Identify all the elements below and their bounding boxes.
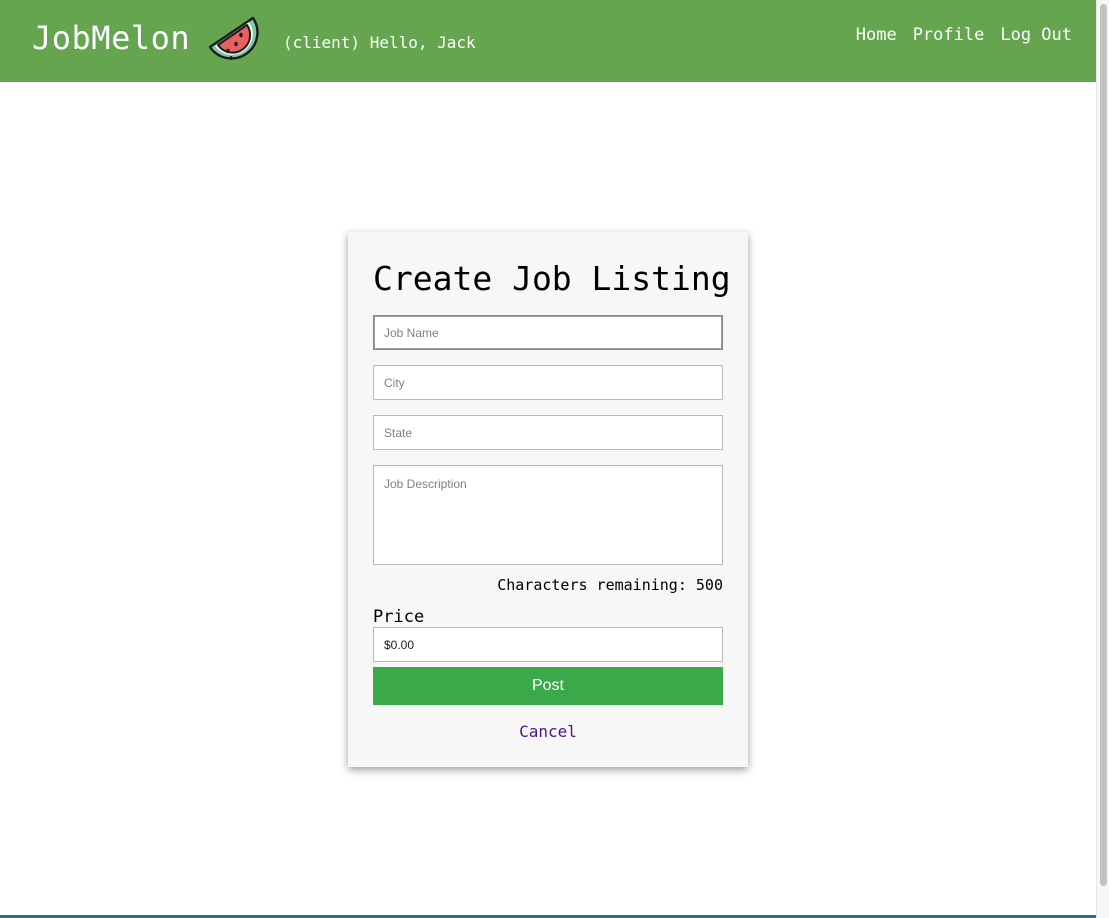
nav-links: Home Profile Log Out: [856, 25, 1072, 45]
top-navbar: JobMelon (client) Hello, Jack Home Profi…: [0, 0, 1096, 82]
characters-remaining: Characters remaining: 500: [497, 576, 723, 594]
nav-home-link[interactable]: Home: [856, 25, 897, 45]
user-greeting: (client) Hello, Jack: [283, 33, 476, 52]
form-title: Create Job Listing: [373, 259, 731, 298]
watermelon-slice-icon: [208, 16, 259, 60]
job-name-input[interactable]: [373, 315, 723, 350]
cancel-link[interactable]: Cancel: [348, 722, 748, 742]
state-input[interactable]: [373, 415, 723, 450]
nav-logout-link[interactable]: Log Out: [1000, 25, 1072, 45]
post-button[interactable]: Post: [373, 667, 723, 705]
scrollbar-thumb[interactable]: [1100, 4, 1107, 886]
job-description-textarea[interactable]: [373, 465, 723, 565]
price-label: Price: [373, 607, 425, 627]
price-input[interactable]: [373, 627, 723, 662]
nav-profile-link[interactable]: Profile: [913, 25, 985, 45]
city-input[interactable]: [373, 365, 723, 400]
create-job-card: Create Job Listing Characters remaining:…: [348, 232, 748, 767]
brand-name[interactable]: JobMelon: [32, 18, 190, 58]
